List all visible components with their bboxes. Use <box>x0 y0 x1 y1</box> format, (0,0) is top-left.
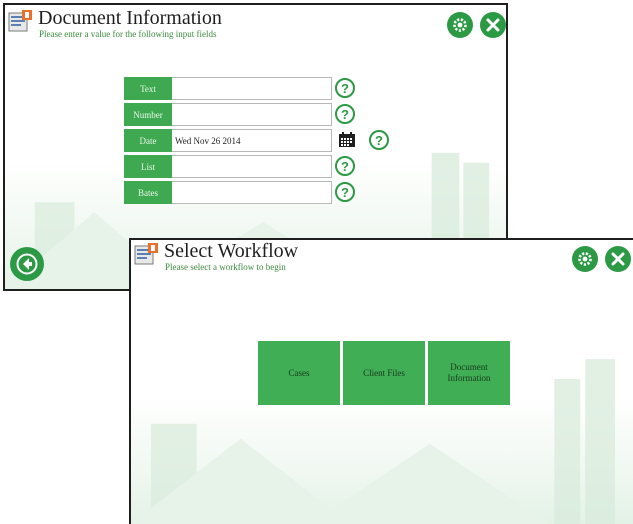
page-subtitle: Please enter a value for the following i… <box>39 29 217 39</box>
help-icon[interactable]: ? <box>335 156 355 176</box>
field-row-bates: Bates <box>124 181 332 204</box>
field-label: Bates <box>124 181 172 204</box>
page-title: Document Information <box>38 7 222 29</box>
page-title: Select Workflow <box>164 240 299 262</box>
help-icon[interactable]: ? <box>335 104 355 124</box>
close-icon <box>486 18 500 32</box>
field-row-number: Number <box>124 103 332 126</box>
settings-button[interactable] <box>572 246 598 272</box>
field-row-list: List <box>124 155 332 178</box>
calendar-icon[interactable] <box>338 132 356 148</box>
close-icon <box>611 252 625 266</box>
workflow-tile-cases[interactable]: Cases <box>258 341 340 405</box>
workflow-tile-client-files[interactable]: Client Files <box>343 341 425 405</box>
list-input[interactable] <box>172 155 332 178</box>
date-input[interactable] <box>172 129 332 152</box>
field-label: Number <box>124 103 172 126</box>
arrow-left-icon <box>16 253 38 275</box>
settings-button[interactable] <box>447 12 473 38</box>
app-logo-icon <box>134 243 158 265</box>
help-icon[interactable]: ? <box>335 182 355 202</box>
close-button[interactable] <box>605 246 631 272</box>
page-subtitle: Please select a workflow to begin <box>165 262 286 272</box>
app-logo-icon <box>8 10 32 32</box>
help-icon[interactable]: ? <box>335 78 355 98</box>
close-button[interactable] <box>480 12 506 38</box>
text-input[interactable] <box>172 77 332 100</box>
select-workflow-window: Select Workflow Please select a workflow… <box>129 238 633 524</box>
workflow-tile-document-information[interactable]: Document Information <box>428 341 510 405</box>
back-button[interactable] <box>10 247 44 281</box>
number-input[interactable] <box>172 103 332 126</box>
gear-icon <box>578 252 592 266</box>
field-label: List <box>124 155 172 178</box>
gear-icon <box>453 18 467 32</box>
field-row-date: Date <box>124 129 332 152</box>
field-row-text: Text <box>124 77 332 100</box>
field-label: Date <box>124 129 172 152</box>
help-icon[interactable]: ? <box>369 130 389 150</box>
field-label: Text <box>124 77 172 100</box>
bates-input[interactable] <box>172 181 332 204</box>
